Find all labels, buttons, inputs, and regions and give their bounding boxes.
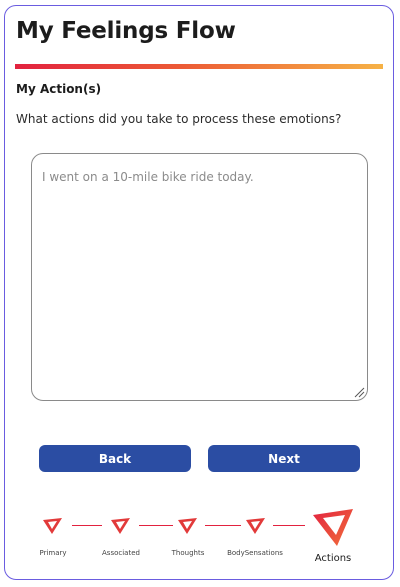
actions-answer-input[interactable]	[31, 153, 368, 401]
feelings-flow-card: My Feelings Flow My Action(s) What actio…	[4, 5, 394, 580]
step-thoughts-icon[interactable]	[176, 517, 200, 535]
step-label-thoughts: Thoughts	[171, 549, 205, 557]
step-primary-icon[interactable]	[41, 517, 65, 535]
step-label-actions: Actions	[314, 553, 352, 564]
step-connector	[205, 525, 241, 526]
step-connector	[273, 525, 305, 526]
step-connector	[72, 525, 102, 526]
step-connector	[139, 525, 173, 526]
question-text: What actions did you take to process the…	[16, 112, 342, 126]
page-title: My Feelings Flow	[16, 18, 236, 44]
step-bodysensations-icon[interactable]	[244, 517, 268, 535]
step-actions-icon[interactable]	[311, 506, 355, 548]
step-label-bodysensations: BodySensations	[227, 549, 283, 557]
title-underline-gradient	[15, 64, 383, 69]
step-label-primary: Primary	[39, 549, 67, 557]
next-button[interactable]: Next	[208, 445, 360, 472]
section-heading: My Action(s)	[16, 82, 102, 96]
back-button[interactable]: Back	[39, 445, 191, 472]
resize-grip-icon[interactable]	[353, 386, 365, 398]
step-associated-icon[interactable]	[109, 517, 133, 535]
step-label-associated: Associated	[102, 549, 140, 557]
